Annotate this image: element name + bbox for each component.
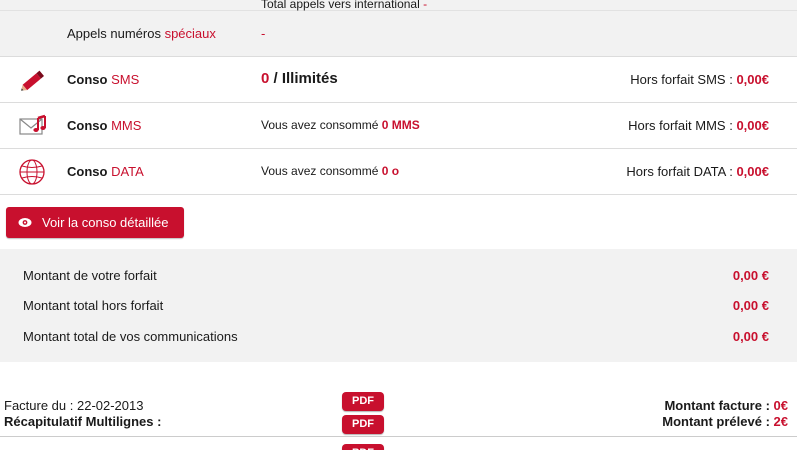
mms-extra: Hors forfait MMS : 0,00€ [628, 118, 769, 133]
sms-extra-value: 0,00€ [736, 72, 769, 87]
mms-usage-value: 0 MMS [381, 118, 420, 132]
data-extra-value: 0,00€ [736, 164, 769, 179]
conso-sms-row: Conso SMS 0 / Illimités Hors forfait SMS… [0, 57, 797, 103]
data-extra-label: Hors forfait DATA : [626, 164, 733, 179]
communications-amount-label: Montant total de vos communications [23, 329, 238, 344]
invoice-amount-value: 0€ [773, 398, 788, 413]
conso-data-label-prefix: Conso [67, 164, 108, 179]
forfait-amount-label: Montant de votre forfait [23, 268, 157, 283]
international-calls-value: - [423, 0, 428, 11]
conso-data-label: Conso DATA [67, 164, 144, 179]
special-numbers-label-prefix: Appels numéros [67, 26, 161, 41]
sms-extra-label: Hors forfait SMS : [630, 72, 733, 87]
divider [0, 436, 797, 437]
mms-usage-prefix: Vous avez consommé [261, 118, 379, 132]
data-usage-value: 0 o [381, 164, 400, 178]
conso-data-label-highlight: DATA [111, 164, 144, 179]
invoice-pdf-button[interactable]: PDF [342, 392, 384, 411]
special-calls-band: Total appels vers international - Appels… [0, 0, 797, 57]
debited-amount-value: 2€ [773, 414, 788, 429]
conso-mms-row: Conso MMS Vous avez consommé 0 MMS Hors … [0, 103, 797, 149]
amounts-summary: Montant de votre forfait 0,00 € Montant … [0, 249, 797, 362]
globe-icon [18, 158, 48, 186]
invoice-date: Facture du : 22-02-2013 [4, 398, 144, 413]
special-numbers-value: - [261, 26, 266, 41]
mms-extra-value: 0,00€ [736, 118, 769, 133]
eye-icon [18, 218, 32, 227]
invoice-amount-label: Montant facture : [664, 398, 770, 413]
data-usage: Vous avez consommé 0 o [261, 164, 399, 178]
view-detailed-usage-label: Voir la conso détaillée [42, 215, 169, 230]
hors-forfait-amount-value: 0,00 € [732, 298, 769, 313]
invoice-amount: Montant facture : 0€ [664, 398, 788, 413]
international-calls-label: Total appels vers international [261, 0, 420, 11]
mms-extra-label: Hors forfait MMS : [628, 118, 733, 133]
mms-usage: Vous avez consommé 0 MMS [261, 118, 420, 132]
communications-amount-value: 0,00 € [732, 329, 769, 344]
next-pdf-button[interactable]: PDF [342, 444, 384, 450]
data-extra: Hors forfait DATA : 0,00€ [626, 164, 769, 179]
envelope-music-icon [18, 112, 48, 140]
sms-usage: 0 / Illimités [261, 70, 338, 87]
debited-amount: Montant prélevé : 2€ [662, 414, 788, 429]
data-usage-prefix: Vous avez consommé [261, 164, 379, 178]
conso-sms-label-highlight: SMS [111, 72, 140, 87]
recap-pdf-button[interactable]: PDF [342, 415, 384, 434]
special-numbers-label: Appels numéros spéciaux [67, 26, 216, 41]
conso-sms-label: Conso SMS [67, 72, 139, 87]
conso-mms-label: Conso MMS [67, 118, 141, 133]
debited-amount-label: Montant prélevé : [662, 414, 770, 429]
multiline-recap-label: Récapitulatif Multilignes : [4, 414, 162, 429]
sms-limit: / Illimités [269, 70, 338, 87]
forfait-amount-value: 0,00 € [732, 268, 769, 283]
international-calls-line: Total appels vers international - [261, 0, 427, 11]
conso-mms-label-prefix: Conso [67, 118, 108, 133]
conso-sms-label-prefix: Conso [67, 72, 108, 87]
conso-data-row: Conso DATA Vous avez consommé 0 o Hors f… [0, 149, 797, 195]
pencil-icon [18, 66, 48, 94]
conso-mms-label-highlight: MMS [111, 118, 142, 133]
sms-extra: Hors forfait SMS : 0,00€ [630, 72, 769, 87]
special-numbers-label-highlight: spéciaux [164, 26, 216, 41]
hors-forfait-amount-label: Montant total hors forfait [23, 298, 164, 313]
view-detailed-usage-button[interactable]: Voir la conso détaillée [6, 207, 184, 238]
